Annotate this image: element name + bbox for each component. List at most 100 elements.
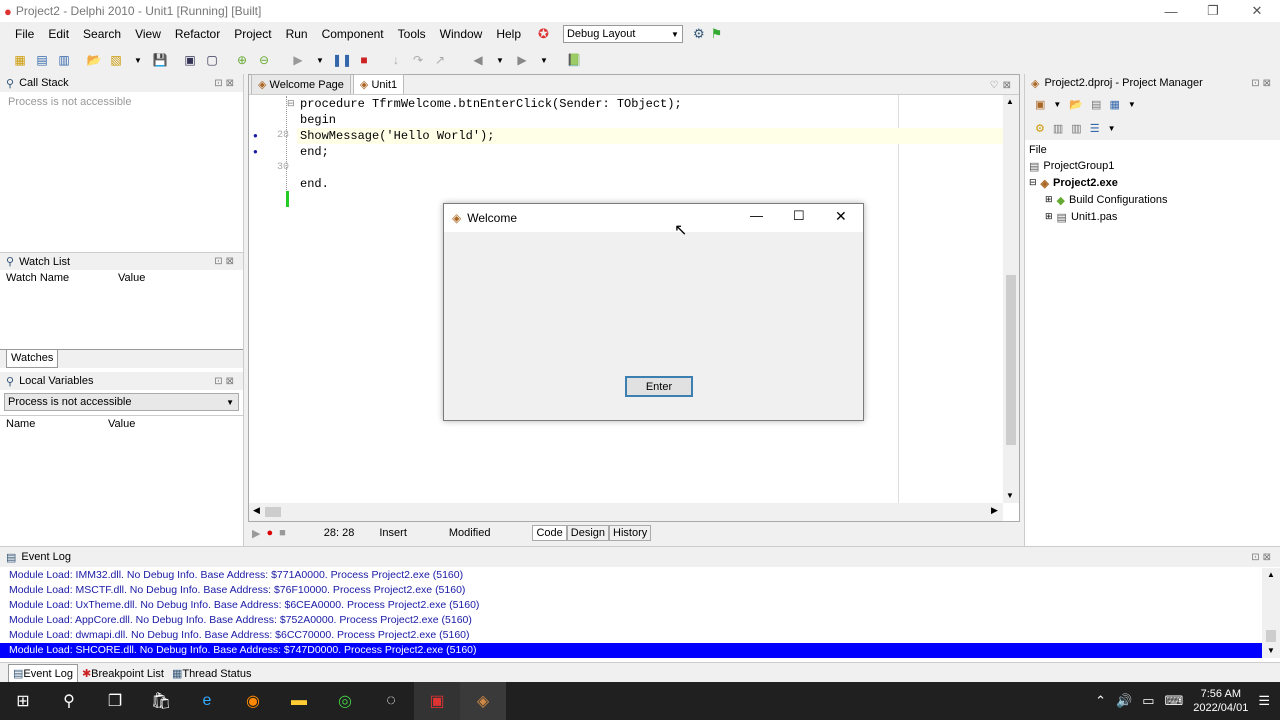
minimize-button[interactable]: — <box>1148 0 1194 22</box>
run-dropdown-icon[interactable]: ▼ <box>310 50 330 70</box>
local-name-column[interactable]: Name <box>6 418 108 430</box>
dialog-close-button[interactable]: ✕ <box>835 208 847 225</box>
close-file-icon[interactable]: ▢ <box>202 50 222 70</box>
obs-icon[interactable]: ◌ <box>368 682 414 720</box>
start-icon[interactable]: ⊞ <box>0 682 46 720</box>
log-line[interactable]: Module Load: dwmapi.dll. No Debug Info. … <box>0 628 1280 643</box>
dialog-minimize-button[interactable]: — <box>750 208 763 223</box>
tab-breakpoint-list[interactable]: ✱Breakpoint List <box>78 665 168 682</box>
open-folder-icon[interactable]: 📂 <box>1069 98 1083 111</box>
new-items-icon[interactable]: ▤ <box>32 50 52 70</box>
menu-run[interactable]: Run <box>279 27 315 41</box>
reopen-dropdown-icon[interactable]: ▼ <box>128 50 148 70</box>
log-line[interactable]: Module Load: MSCTF.dll. No Debug Info. B… <box>0 583 1280 598</box>
tab-history[interactable]: History <box>609 525 652 541</box>
step-over-icon[interactable]: ↷ <box>408 50 428 70</box>
back-icon[interactable]: ◀ <box>468 50 488 70</box>
code-lines[interactable]: procedure TfrmWelcome.btnEnterClick(Send… <box>249 96 1009 192</box>
scroll-left-icon[interactable]: ◀ <box>253 505 260 516</box>
tree-project-exe[interactable]: ⊟ ◈ Project2.exe <box>1029 177 1276 194</box>
record-icon[interactable]: ● <box>266 527 273 539</box>
tab-welcome-page[interactable]: ◈ Welcome Page <box>251 74 351 94</box>
file-explorer-icon[interactable]: ▬ <box>276 682 322 720</box>
pin-icon[interactable]: ⊡⊠ <box>1251 552 1274 563</box>
scroll-right-icon[interactable]: ▶ <box>991 505 998 516</box>
scroll-thumb[interactable] <box>1006 275 1016 445</box>
log-line[interactable]: Module Load: UxTheme.dll. No Debug Info.… <box>0 598 1280 613</box>
dialog-maximize-button[interactable]: ☐ <box>793 208 805 224</box>
sync-icon[interactable]: ⚙ <box>1035 122 1045 135</box>
collapse-node-icon[interactable]: ⊟ <box>1029 177 1037 194</box>
tab-watches[interactable]: Watches <box>6 350 59 368</box>
menu-tools[interactable]: Tools <box>391 27 433 41</box>
run-icon[interactable]: ▶ <box>288 50 308 70</box>
local-variables-select[interactable]: Process is not accessible ▼ <box>4 393 239 411</box>
scroll-down-icon[interactable]: ▼ <box>1006 491 1014 500</box>
dropdown-icon[interactable]: ▼ <box>1108 124 1116 133</box>
open-icon[interactable]: 📂 <box>84 50 104 70</box>
sort-icon[interactable]: ☰ <box>1090 122 1100 135</box>
tree-build-configurations[interactable]: ⊞ ◆ Build Configurations <box>1029 194 1276 211</box>
help-icon[interactable]: ✪ <box>538 26 549 42</box>
hscroll-thumb[interactable] <box>265 507 281 517</box>
keyboard-icon[interactable]: ⌨ <box>1165 693 1184 709</box>
watch-list-body[interactable] <box>0 286 243 350</box>
layout-select[interactable]: Debug Layout ▼ <box>562 25 683 43</box>
scroll-up-icon[interactable]: ▲ <box>1267 570 1275 579</box>
scroll-up-icon[interactable]: ▲ <box>1006 97 1014 106</box>
trace-into-icon[interactable]: ↓ <box>386 50 406 70</box>
tree-unit1[interactable]: ⊞ ▤ Unit1.pas <box>1029 211 1276 228</box>
local-value-column[interactable]: Value <box>108 418 135 430</box>
enter-button[interactable]: Enter <box>625 376 693 397</box>
save-all-icon[interactable]: ▣ <box>180 50 200 70</box>
edge-icon[interactable]: e <box>184 682 230 720</box>
open-project-icon[interactable]: ▧ <box>106 50 126 70</box>
add-to-project-icon[interactable]: ⊕ <box>232 50 252 70</box>
forward-icon[interactable]: ▶ <box>512 50 532 70</box>
expand-node-icon[interactable]: ⊞ <box>1045 194 1053 211</box>
templates-icon[interactable]: ▥ <box>54 50 74 70</box>
tab-design[interactable]: Design <box>566 525 610 541</box>
tab-thread-status[interactable]: ▦Thread Status <box>168 665 256 682</box>
task-view-icon[interactable]: ❐ <box>92 682 138 720</box>
layout-apply-icon[interactable]: ⚑ <box>711 26 723 42</box>
activate-icon[interactable]: ▣ <box>1035 98 1045 111</box>
pause-icon[interactable]: ❚❚ <box>332 50 352 70</box>
scroll-thumb[interactable] <box>1266 630 1276 642</box>
watch-name-column[interactable]: Watch Name <box>6 272 118 284</box>
pin-icon[interactable]: ⊡⊠ <box>214 376 237 387</box>
help-book-icon[interactable]: 📗 <box>564 50 584 70</box>
watch-value-column[interactable]: Value <box>118 272 145 284</box>
collapse-icon[interactable]: ▥ <box>1071 122 1081 135</box>
menu-edit[interactable]: Edit <box>41 27 76 41</box>
close-button[interactable]: ✕ <box>1234 0 1280 22</box>
network-icon[interactable]: ▭ <box>1142 693 1154 709</box>
menu-view[interactable]: View <box>128 27 168 41</box>
menu-search[interactable]: Search <box>76 27 128 41</box>
log-line-selected[interactable]: Module Load: SHCORE.dll. No Debug Info. … <box>0 643 1280 658</box>
expand-node-icon[interactable]: ⊞ <box>1045 211 1053 228</box>
clock[interactable]: 7:56 AM 2022/04/01 <box>1193 687 1248 715</box>
dropdown-icon[interactable]: ▼ <box>1053 100 1061 109</box>
menu-component[interactable]: Component <box>315 27 391 41</box>
stop-icon[interactable]: ■ <box>354 50 374 70</box>
tab-code[interactable]: Code <box>532 525 567 541</box>
pin-icon[interactable]: ⊡⊠ <box>214 256 237 267</box>
expand-icon[interactable]: ▥ <box>1053 122 1063 135</box>
view-icon[interactable]: ▦ <box>1109 98 1119 111</box>
delphi-taskbar-icon[interactable]: ▣ <box>414 682 460 720</box>
menu-file[interactable]: File <box>8 27 41 41</box>
search-icon[interactable]: ⚲ <box>46 682 92 720</box>
volume-icon[interactable]: 🔊 <box>1116 693 1132 709</box>
dropdown-icon[interactable]: ▼ <box>1128 100 1136 109</box>
menu-help[interactable]: Help <box>489 27 528 41</box>
tab-unit1[interactable]: ◈ Unit1 <box>352 74 405 94</box>
event-log-scrollbar[interactable]: ▲ ▼ <box>1262 568 1280 658</box>
tree-project-group[interactable]: ▤ ProjectGroup1 <box>1029 160 1276 177</box>
event-log-list[interactable]: Module Load: IMM32.dll. No Debug Info. B… <box>0 568 1280 658</box>
log-line[interactable]: Module Load: IMM32.dll. No Debug Info. B… <box>0 568 1280 583</box>
menu-project[interactable]: Project <box>227 27 278 41</box>
remove-from-project-icon[interactable]: ⊖ <box>254 50 274 70</box>
new-icon[interactable]: ▦ <box>10 50 30 70</box>
menu-window[interactable]: Window <box>433 27 490 41</box>
